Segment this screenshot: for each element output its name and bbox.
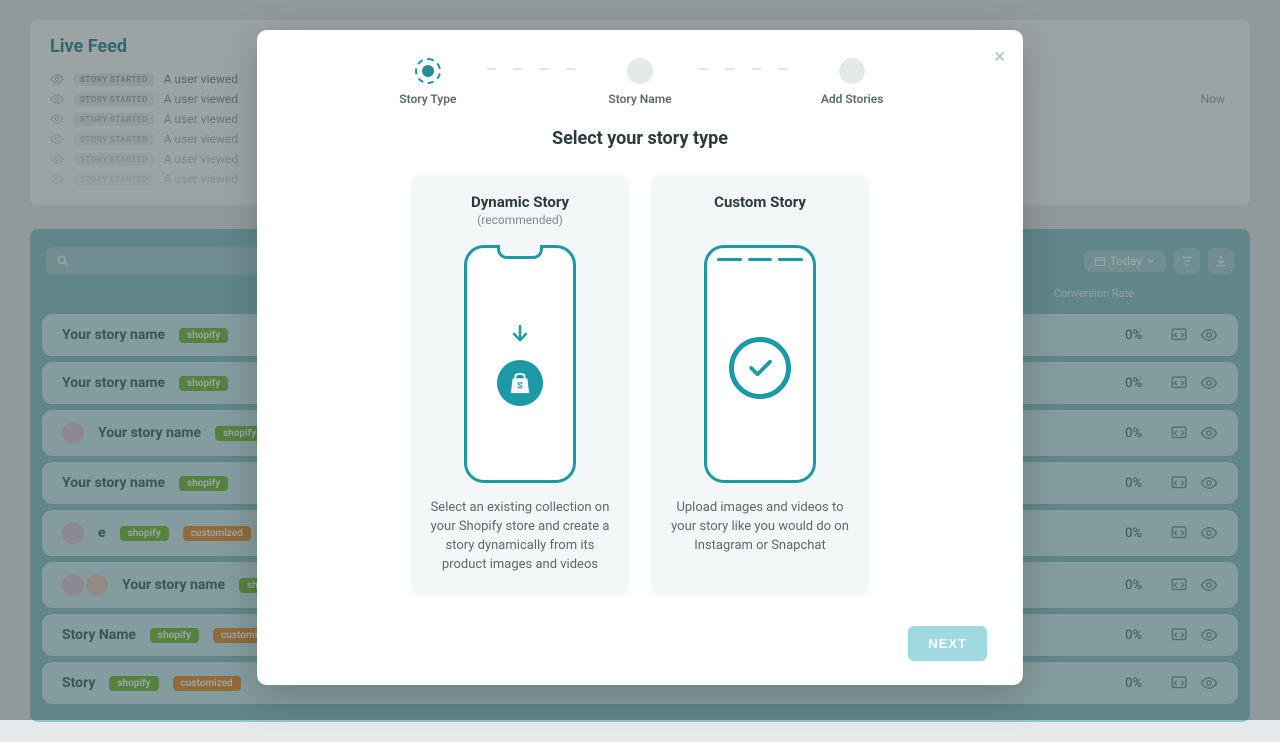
option-custom-story[interactable]: Custom Story Upload images and videos to… <box>651 175 869 596</box>
stepper: Story Type — — — — Story Name — — — — Ad… <box>293 58 987 106</box>
card-description: Select an existing collection on your Sh… <box>429 499 611 574</box>
step-dot-icon <box>415 58 441 84</box>
phone-illustration <box>704 245 816 483</box>
close-button[interactable]: × <box>994 44 1005 68</box>
card-subtitle: (recommended) <box>429 213 611 227</box>
next-button[interactable]: NEXT <box>908 626 987 661</box>
card-description: Upload images and videos to your story l… <box>669 499 851 556</box>
card-title: Dynamic Story <box>429 193 611 211</box>
svg-text:S: S <box>517 382 523 392</box>
modal-title: Select your story type <box>293 128 987 149</box>
arrow-down-icon <box>508 322 532 346</box>
step-story-name[interactable]: Story Name <box>590 58 690 106</box>
step-dot-icon <box>627 58 653 84</box>
check-circle-icon <box>729 337 791 399</box>
card-title: Custom Story <box>669 193 851 211</box>
phone-illustration: S <box>464 245 576 483</box>
step-story-type[interactable]: Story Type <box>378 58 478 106</box>
create-story-modal: × Story Type — — — — Story Name — — — — … <box>257 30 1023 685</box>
option-dynamic-story[interactable]: Dynamic Story (recommended) S Select an … <box>411 175 629 596</box>
shopify-bag-icon: S <box>497 360 543 406</box>
step-add-stories[interactable]: Add Stories <box>802 58 902 106</box>
close-icon: × <box>994 44 1005 68</box>
step-dot-icon <box>839 58 865 84</box>
